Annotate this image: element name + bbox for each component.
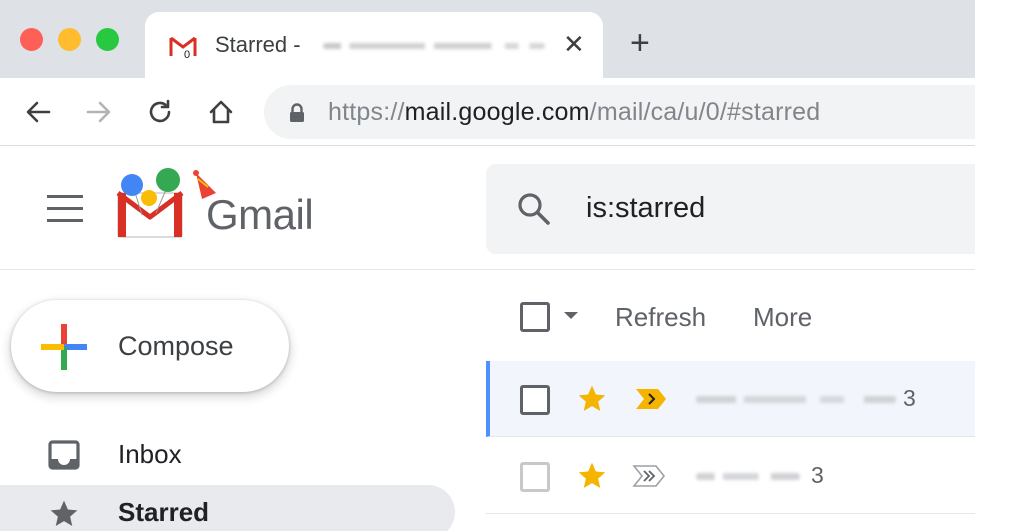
star-icon: [50, 500, 78, 526]
compose-plus-icon: [41, 324, 87, 370]
home-button[interactable]: [203, 94, 239, 130]
svg-text:0: 0: [184, 49, 190, 58]
sidebar-item-label: Inbox: [118, 439, 182, 469]
star-icon[interactable]: [576, 383, 608, 415]
window-minimize-button[interactable]: [58, 28, 81, 51]
compose-label: Compose: [118, 331, 234, 361]
tab-starred[interactable]: 0 Starred - ✕: [145, 12, 603, 78]
blurred-account-email: [323, 43, 545, 49]
back-arrow-icon: [26, 101, 51, 123]
main-menu-icon[interactable]: [47, 195, 83, 223]
search-input[interactable]: [586, 188, 966, 228]
star-icon[interactable]: [576, 460, 608, 492]
thread-count: 3: [811, 462, 824, 488]
url-host: mail.google.com: [404, 98, 590, 126]
gmail-logo-text: Gmail: [206, 191, 314, 238]
window-maximize-button[interactable]: [96, 28, 119, 51]
home-icon: [209, 100, 233, 124]
back-button[interactable]: [20, 94, 56, 130]
tab-title: Starred -: [215, 32, 301, 57]
window-close-button[interactable]: [20, 28, 43, 51]
search-icon[interactable]: [516, 191, 552, 227]
list-toolbar: Refresh More: [486, 290, 975, 346]
blurred-sender-name: [696, 473, 800, 480]
select-dropdown-chevron-down-icon[interactable]: [564, 312, 578, 319]
compose-button[interactable]: Compose: [11, 300, 289, 392]
search-bar[interactable]: [486, 164, 975, 254]
sidebar-item-inbox[interactable]: Inbox: [0, 427, 455, 481]
reload-button[interactable]: [142, 94, 178, 130]
table-row[interactable]: 3: [486, 438, 975, 514]
gmail-m-icon: 0: [169, 36, 197, 58]
forward-arrow-icon: [86, 101, 111, 123]
forward-button[interactable]: [81, 94, 117, 130]
url-path: /mail/ca/u/0/#starred: [589, 98, 821, 126]
url-text: https://mail.google.com/mail/ca/u/0/#sta…: [328, 98, 820, 127]
sidebar-item-label: Starred: [118, 497, 210, 527]
row-checkbox[interactable]: [520, 385, 550, 415]
select-all-checkbox[interactable]: [520, 302, 550, 332]
important-marker-outline-icon[interactable]: [632, 464, 666, 488]
reload-icon: [149, 99, 171, 123]
row-checkbox[interactable]: [520, 462, 550, 492]
thread-count: 3: [903, 385, 916, 411]
inbox-icon: [48, 440, 80, 470]
blurred-sender-name: [696, 396, 896, 403]
url-scheme: https://: [328, 98, 405, 126]
refresh-button[interactable]: Refresh: [615, 302, 706, 333]
sidebar-item-starred[interactable]: Starred: [0, 485, 455, 531]
address-bar[interactable]: https://mail.google.com/mail/ca/u/0/#sta…: [264, 85, 975, 139]
lock-icon: [290, 103, 304, 122]
table-row[interactable]: 3: [486, 361, 975, 437]
important-marker-icon[interactable]: [634, 387, 668, 411]
tab-close-icon[interactable]: ✕: [563, 31, 585, 57]
gmail-header: Gmail: [0, 147, 975, 270]
new-tab-button[interactable]: +: [630, 26, 650, 60]
browser-toolbar: https://mail.google.com/mail/ca/u/0/#sta…: [0, 78, 975, 146]
tab-strip: 0 Starred - ✕ +: [0, 0, 975, 78]
browser-window: 0 Starred - ✕ + https://mail.google.com/…: [0, 0, 975, 531]
more-button[interactable]: More: [753, 302, 812, 333]
